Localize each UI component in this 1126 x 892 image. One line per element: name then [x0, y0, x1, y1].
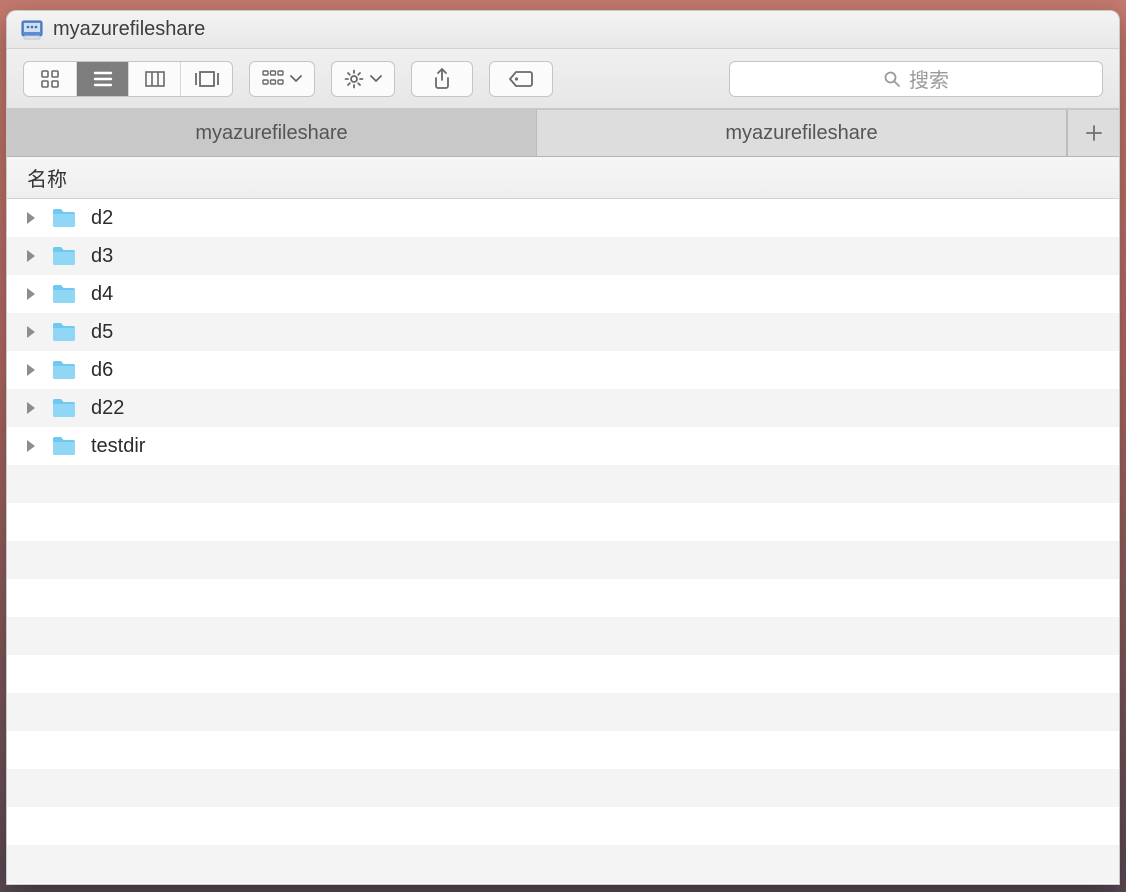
folder-icon — [51, 207, 77, 229]
chevron-down-icon — [370, 75, 382, 83]
grid-icon — [40, 69, 60, 89]
folder-icon — [51, 321, 77, 343]
search-icon — [883, 70, 901, 88]
folder-icon — [51, 397, 77, 419]
item-name: d3 — [91, 245, 113, 268]
view-icon-button[interactable] — [24, 62, 76, 96]
columns-icon — [144, 69, 166, 89]
folder-icon — [51, 245, 77, 267]
plus-icon — [1085, 124, 1103, 142]
disclosure-triangle-icon[interactable] — [25, 439, 37, 453]
view-list-button[interactable] — [76, 62, 128, 96]
network-share-icon — [21, 19, 43, 41]
table-row[interactable]: testdir — [7, 427, 1119, 465]
titlebar: myazurefileshare — [7, 11, 1119, 49]
tags-button[interactable] — [489, 61, 553, 97]
empty-row — [7, 807, 1119, 845]
tab-label: myazurefileshare — [725, 122, 877, 145]
empty-row — [7, 769, 1119, 807]
folder-icon — [51, 283, 77, 305]
view-mode-segmented — [23, 61, 233, 97]
list-icon — [92, 69, 114, 89]
table-row[interactable]: d5 — [7, 313, 1119, 351]
disclosure-triangle-icon[interactable] — [25, 211, 37, 225]
tab-label: myazurefileshare — [195, 122, 347, 145]
item-name: d6 — [91, 359, 113, 382]
file-list[interactable]: d2 d3 d4 d5 d6 d22 testdir — [7, 199, 1119, 884]
name-column-header[interactable]: 名称 — [27, 163, 67, 192]
item-name: testdir — [91, 435, 145, 458]
folder-icon — [51, 435, 77, 457]
column-header-row: 名称 — [7, 157, 1119, 199]
gear-icon — [344, 69, 364, 89]
item-name: d4 — [91, 283, 113, 306]
tab-bar: myazurefileshare myazurefileshare — [7, 109, 1119, 157]
disclosure-triangle-icon[interactable] — [25, 249, 37, 263]
empty-row — [7, 541, 1119, 579]
disclosure-triangle-icon[interactable] — [25, 363, 37, 377]
table-row[interactable]: d3 — [7, 237, 1119, 275]
arrange-icon — [262, 70, 284, 88]
empty-row — [7, 731, 1119, 769]
disclosure-triangle-icon[interactable] — [25, 325, 37, 339]
arrange-button[interactable] — [249, 61, 315, 97]
empty-row — [7, 579, 1119, 617]
view-column-button[interactable] — [128, 62, 180, 96]
tab-1[interactable]: myazurefileshare — [537, 110, 1067, 156]
item-name: d2 — [91, 207, 113, 230]
empty-row — [7, 693, 1119, 731]
new-tab-button[interactable] — [1067, 110, 1119, 156]
table-row[interactable]: d2 — [7, 199, 1119, 237]
search-field[interactable]: 搜索 — [729, 61, 1103, 97]
item-name: d22 — [91, 397, 124, 420]
action-button[interactable] — [331, 61, 395, 97]
search-placeholder: 搜索 — [909, 64, 949, 93]
table-row[interactable]: d6 — [7, 351, 1119, 389]
empty-row — [7, 465, 1119, 503]
folder-icon — [51, 359, 77, 381]
disclosure-triangle-icon[interactable] — [25, 287, 37, 301]
tab-0[interactable]: myazurefileshare — [7, 110, 537, 156]
toolbar: 搜索 — [7, 49, 1119, 109]
empty-row — [7, 845, 1119, 883]
chevron-down-icon — [290, 75, 302, 83]
share-icon — [433, 68, 451, 90]
share-button[interactable] — [411, 61, 473, 97]
empty-row — [7, 655, 1119, 693]
view-gallery-button[interactable] — [180, 62, 232, 96]
empty-row — [7, 617, 1119, 655]
window-title: myazurefileshare — [53, 18, 205, 41]
table-row[interactable]: d4 — [7, 275, 1119, 313]
gallery-icon — [194, 69, 220, 89]
empty-row — [7, 883, 1119, 884]
finder-window: myazurefileshare — [6, 10, 1120, 885]
tag-icon — [508, 70, 534, 88]
table-row[interactable]: d22 — [7, 389, 1119, 427]
item-name: d5 — [91, 321, 113, 344]
empty-row — [7, 503, 1119, 541]
disclosure-triangle-icon[interactable] — [25, 401, 37, 415]
